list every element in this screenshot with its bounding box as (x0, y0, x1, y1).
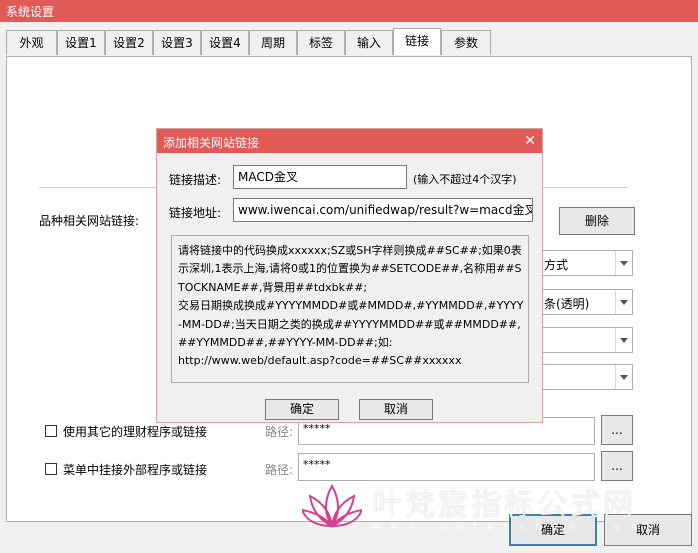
input-value: www.iwencai.com/unifiedwap/result?w=macd… (238, 203, 533, 217)
menu-external-label: 菜单中挂接外部程序或链接 (63, 463, 208, 477)
chevron-down-icon (615, 365, 632, 389)
description-hint: (输入不超过4个汉字) (413, 173, 517, 186)
url-label: 链接地址: (169, 206, 222, 220)
tab-period[interactable]: 周期 (249, 30, 297, 55)
description-input[interactable]: MACD金叉 (233, 165, 407, 189)
dialog-title: 添加相关网站链接 (163, 136, 260, 150)
select-value: 条(透明) (544, 297, 590, 311)
title-bar: 系统设置 (0, 0, 698, 22)
tab-strip: 外观 设置1 设置2 设置3 设置4 周期 标签 输入 链接 参数 (0, 28, 698, 57)
tab-settings3[interactable]: 设置3 (153, 30, 201, 55)
button-label: ... (611, 423, 623, 437)
menu-external-path-label: 路径: (265, 463, 294, 477)
other-finance-browse-button[interactable]: ... (601, 415, 633, 445)
tab-label: 输入 (356, 36, 381, 50)
tab-label: 设置1 (65, 36, 97, 50)
tab-label: 设置3 (161, 36, 193, 50)
other-finance-checkbox[interactable] (45, 425, 57, 437)
path-value: ***** (303, 422, 331, 435)
chevron-down-icon (615, 251, 632, 275)
dialog-ok-button[interactable]: 确定 (265, 399, 339, 420)
display-mode-select[interactable]: 方式 (537, 250, 633, 276)
add-link-dialog: 添加相关网站链接 ✕ 链接描述: MACD金叉 (输入不超过4个汉字) 链接地址… (156, 128, 543, 423)
url-input[interactable]: www.iwencai.com/unifiedwap/result?w=macd… (233, 198, 533, 222)
other-finance-path-label: 路径: (265, 425, 294, 439)
tab-appearance[interactable]: 外观 (6, 30, 57, 55)
tab-label: 标签 (308, 36, 333, 50)
dialog-title-bar: 添加相关网站链接 ✕ (157, 129, 542, 153)
site-link-label: 品种相关网站链接: (39, 214, 140, 228)
tab-settings1[interactable]: 设置1 (57, 30, 105, 55)
help-box: 请将链接中的代码换成xxxxxx;SZ或SH字样则换成##SC##;如果0表示深… (171, 235, 529, 383)
tab-input[interactable]: 输入 (345, 30, 393, 55)
button-label: 取消 (383, 402, 408, 416)
window-title: 系统设置 (6, 5, 55, 19)
tab-label: 设置4 (209, 36, 241, 50)
button-label: 确定 (289, 402, 314, 416)
tab-settings2[interactable]: 设置2 (105, 30, 153, 55)
tab-links[interactable]: 链接 (393, 28, 441, 55)
watermark-text: 叶梵宸指标公式网 (372, 488, 636, 523)
tab-labels[interactable]: 标签 (297, 30, 345, 55)
tab-settings4[interactable]: 设置4 (201, 30, 249, 55)
option-select-3[interactable] (537, 327, 633, 353)
tab-label: 设置2 (113, 36, 145, 50)
delete-button[interactable]: 删除 (559, 207, 635, 235)
close-icon[interactable]: ✕ (524, 133, 536, 149)
other-finance-label: 使用其它的理财程序或链接 (63, 425, 208, 439)
help-text: 请将链接中的代码换成xxxxxx;SZ或SH字样则换成##SC##;如果0表示深… (178, 244, 524, 368)
option-select-4[interactable] (537, 364, 633, 390)
tab-label: 外观 (19, 36, 44, 50)
chevron-down-icon (615, 328, 632, 352)
description-label: 链接描述: (169, 173, 222, 187)
select-value: 方式 (544, 258, 569, 272)
dialog-cancel-button[interactable]: 取消 (359, 399, 433, 420)
menu-external-checkbox[interactable] (45, 463, 57, 475)
tab-params[interactable]: 参数 (441, 30, 491, 55)
tab-label: 链接 (404, 34, 429, 48)
watermark-url: w w w . y e f a n c h e n . c o m (372, 522, 644, 532)
lotus-logo-icon (302, 483, 362, 528)
input-value: MACD金叉 (238, 170, 298, 184)
bar-style-select[interactable]: 条(透明) (537, 289, 633, 315)
chevron-down-icon (615, 290, 632, 314)
button-label: 删除 (584, 214, 609, 228)
tab-label: 参数 (453, 36, 478, 50)
tab-label: 周期 (260, 36, 285, 50)
watermark: 叶梵宸指标公式网 w w w . y e f a n c h e n . c o… (300, 470, 698, 553)
